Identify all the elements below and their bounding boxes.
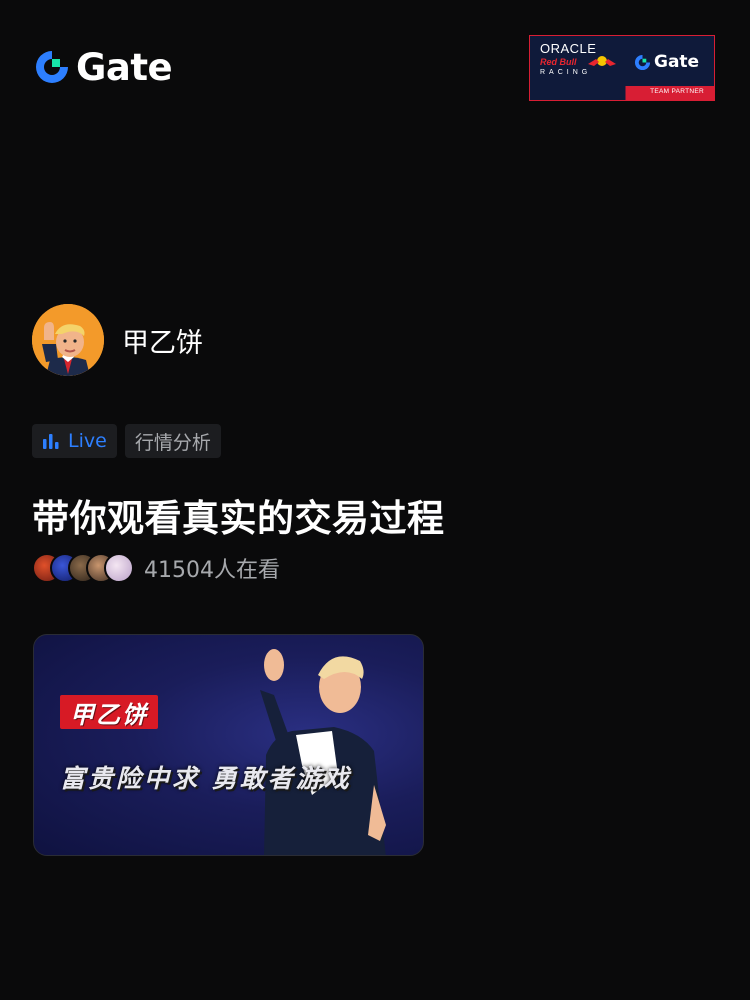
- host-avatar[interactable]: [32, 304, 104, 376]
- stream-title: 带你观看真实的交易过程: [32, 497, 445, 540]
- partner-gate-text: Gate: [654, 52, 700, 72]
- live-tag: Live: [32, 424, 117, 458]
- viewer-info: 41504人在看: [32, 552, 280, 584]
- partner-gate-logo: Gate: [634, 52, 699, 72]
- gate-logo: Gate: [34, 45, 173, 89]
- viewer-avatar: [104, 553, 134, 583]
- partner-strip: TEAM PARTNER: [530, 86, 714, 100]
- stream-thumbnail[interactable]: 甲乙饼 富贵险中求 勇敢者游戏: [33, 634, 424, 856]
- thumbnail-figure-illustration: [260, 649, 386, 855]
- category-tag-label: 行情分析: [134, 431, 211, 454]
- bar-chart-icon: [43, 434, 59, 449]
- team-partner-text: TEAM PARTNER: [650, 88, 704, 95]
- thumbnail-badge: 甲乙饼: [60, 695, 158, 729]
- gate-logo-icon: [36, 51, 68, 83]
- category-tag[interactable]: 行情分析: [124, 424, 221, 458]
- host-info[interactable]: 甲乙饼: [32, 304, 203, 376]
- gate-logo-text: Gate: [76, 45, 173, 89]
- thumbnail-slogan: 富贵险中求 勇敢者游戏: [60, 764, 352, 793]
- live-tag-label: Live: [68, 430, 107, 452]
- live-stream-screen: Gate ORACLE Red Bull RACING Gate TEAM PA…: [0, 0, 750, 1000]
- host-avatar-illustration: [32, 304, 104, 376]
- stream-tags: Live 行情分析: [32, 424, 221, 458]
- viewer-avatars: [32, 553, 134, 583]
- viewer-count: 41504人在看: [144, 558, 280, 583]
- team-partner-badge: ORACLE Red Bull RACING Gate TEAM PARTNER: [529, 35, 715, 101]
- racing-text: RACING: [540, 69, 592, 76]
- bull-icon: [588, 56, 616, 66]
- host-name[interactable]: 甲乙饼: [122, 321, 203, 360]
- gate-logo-icon: [634, 54, 651, 70]
